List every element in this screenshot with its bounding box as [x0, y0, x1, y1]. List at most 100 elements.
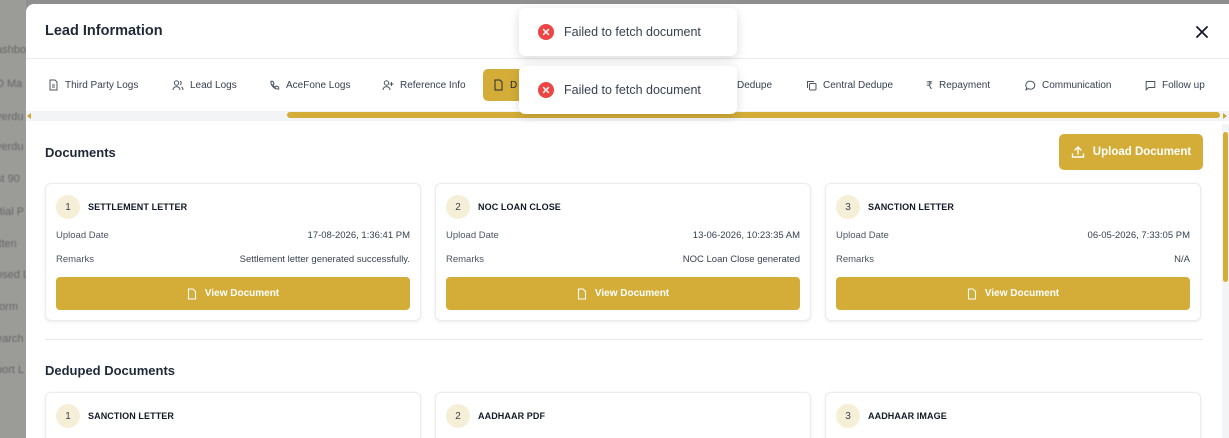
deduped-document-card: 1 SANCTION LETTER — [45, 392, 421, 438]
upload-date-value: 06-05-2026, 7:33:05 PM — [1087, 230, 1190, 241]
upload-date-label: Upload Date — [836, 230, 889, 241]
chat-icon — [1025, 80, 1036, 91]
document-index-badge: 2 — [446, 404, 470, 428]
upload-date-label: Upload Date — [56, 230, 109, 241]
view-document-label: View Document — [594, 288, 670, 299]
toast-message: Failed to fetch document — [564, 83, 701, 97]
tab-central-dedupe[interactable]: Central Dedupe — [796, 69, 903, 101]
bg-sidebar-fragment: itten — [0, 238, 17, 250]
tab-label: D — [510, 79, 518, 91]
error-toast[interactable]: Failed to fetch document — [519, 8, 737, 56]
tab-lead-logs[interactable]: Lead Logs — [162, 69, 247, 101]
file-icon — [577, 287, 586, 300]
vertical-scrollbar[interactable] — [1222, 124, 1229, 438]
upload-icon — [1071, 146, 1084, 158]
documents-title: Documents — [45, 145, 116, 160]
document-name: SANCTION LETTER — [88, 411, 174, 421]
view-document-button[interactable]: View Document — [836, 277, 1190, 310]
bg-sidebar-fragment: D Ma — [0, 78, 23, 90]
deduped-document-card: 3 AADHAAR IMAGE — [825, 392, 1201, 438]
bg-sidebar-fragment: st 90 — [0, 173, 20, 185]
document-card: 1 SETTLEMENT LETTER Upload Date 17-08-20… — [45, 183, 421, 321]
document-name: AADHAAR PDF — [478, 411, 546, 421]
document-index-badge: 2 — [446, 195, 470, 219]
modal-title: Lead Information — [45, 23, 163, 39]
bg-sidebar-fragment: rtial P — [0, 206, 25, 218]
tab-label: Communication — [1042, 79, 1112, 91]
tab-third-party-logs[interactable]: Third Party Logs — [38, 69, 148, 101]
phone-icon — [270, 80, 280, 90]
message-square-icon — [1145, 80, 1156, 91]
tab-follow-up[interactable]: Follow up — [1135, 69, 1215, 101]
remarks-value: NOC Loan Close generated — [682, 254, 800, 265]
tab-reference-info[interactable]: Reference Info — [372, 69, 476, 101]
vertical-scrollbar-thumb[interactable] — [1223, 132, 1228, 282]
bg-sidebar-fragment: port L — [0, 364, 25, 376]
upload-document-label: Upload Document — [1092, 146, 1192, 158]
bg-sidebar-fragment: form — [0, 301, 18, 313]
user-plus-icon — [382, 80, 394, 91]
section-divider — [45, 339, 1203, 340]
remarks-label: Remarks — [56, 254, 95, 265]
remarks-value: N/A — [1174, 254, 1190, 265]
remarks-row: Remarks NOC Loan Close generated — [446, 254, 800, 265]
remarks-label: Remarks — [836, 254, 875, 265]
copy-icon — [807, 80, 817, 90]
document-icon — [494, 79, 503, 91]
bg-sidebar-fragment: earch — [0, 333, 24, 345]
rupee-icon: ₹ — [926, 79, 933, 92]
document-index-badge: 3 — [836, 195, 860, 219]
tab-label: Dedupe — [737, 79, 773, 91]
view-document-label: View Document — [204, 288, 280, 299]
bg-sidebar-fragment: ashbo — [0, 44, 26, 56]
tab-label: Central Dedupe — [823, 79, 894, 91]
deduped-document-card: 2 AADHAAR PDF — [435, 392, 811, 438]
scroll-left-arrow-icon[interactable] — [27, 113, 31, 119]
error-icon — [538, 24, 554, 40]
scroll-right-arrow-icon[interactable] — [1223, 113, 1227, 119]
close-icon — [1196, 26, 1208, 38]
upload-document-button[interactable]: Upload Document — [1059, 134, 1203, 170]
remarks-value: Settlement letter generated successfully… — [239, 254, 410, 265]
tab-label: AceFone Logs — [286, 79, 351, 91]
tab-repayment[interactable]: ₹ Repayment — [916, 69, 1000, 101]
remarks-row: Remarks N/A — [836, 254, 1190, 265]
close-button[interactable] — [1191, 21, 1213, 43]
error-toast[interactable]: Failed to fetch document — [519, 66, 737, 114]
file-icon — [187, 287, 196, 300]
bg-sidebar-fragment: osed L — [0, 269, 26, 281]
document-name: AADHAAR IMAGE — [868, 411, 947, 421]
document-name: SANCTION LETTER — [868, 202, 954, 212]
deduped-documents-title: Deduped Documents — [45, 363, 176, 378]
document-icon — [49, 79, 58, 91]
upload-date-label: Upload Date — [446, 230, 499, 241]
document-index-badge: 1 — [56, 195, 80, 219]
view-document-button[interactable]: View Document — [446, 277, 800, 310]
tab-label: Reference Info — [400, 79, 466, 91]
tab-scrollbar-thumb[interactable] — [287, 112, 1220, 118]
bg-sidebar-fragment: verdu — [0, 141, 24, 153]
tab-communication[interactable]: Communication — [1015, 69, 1121, 101]
remarks-row: Remarks Settlement letter generated succ… — [56, 254, 410, 265]
view-document-button[interactable]: View Document — [56, 277, 410, 310]
tab-acefone-logs[interactable]: AceFone Logs — [259, 69, 361, 101]
background-sidebar: ashbo D Ma verdu verdu st 90 rtial P itt… — [0, 0, 26, 438]
error-icon — [538, 82, 554, 98]
upload-date-value: 17-08-2026, 1:36:41 PM — [307, 230, 410, 241]
view-document-label: View Document — [984, 288, 1060, 299]
document-index-badge: 3 — [836, 404, 860, 428]
document-name: NOC LOAN CLOSE — [478, 202, 561, 212]
document-card: 2 NOC LOAN CLOSE Upload Date 13-06-2026,… — [435, 183, 811, 321]
remarks-label: Remarks — [446, 254, 485, 265]
file-icon — [967, 287, 976, 300]
upload-date-value: 13-06-2026, 10:23:35 AM — [692, 230, 800, 241]
upload-date-row: Upload Date 06-05-2026, 7:33:05 PM — [836, 230, 1190, 241]
tab-label: Repayment — [939, 79, 991, 91]
toast-message: Failed to fetch document — [564, 25, 701, 39]
document-name: SETTLEMENT LETTER — [88, 202, 188, 212]
bg-sidebar-fragment: verdu — [0, 111, 24, 123]
tab-label: Follow up — [1162, 79, 1205, 91]
document-index-badge: 1 — [56, 404, 80, 428]
users-icon — [172, 80, 184, 91]
upload-date-row: Upload Date 13-06-2026, 10:23:35 AM — [446, 230, 800, 241]
